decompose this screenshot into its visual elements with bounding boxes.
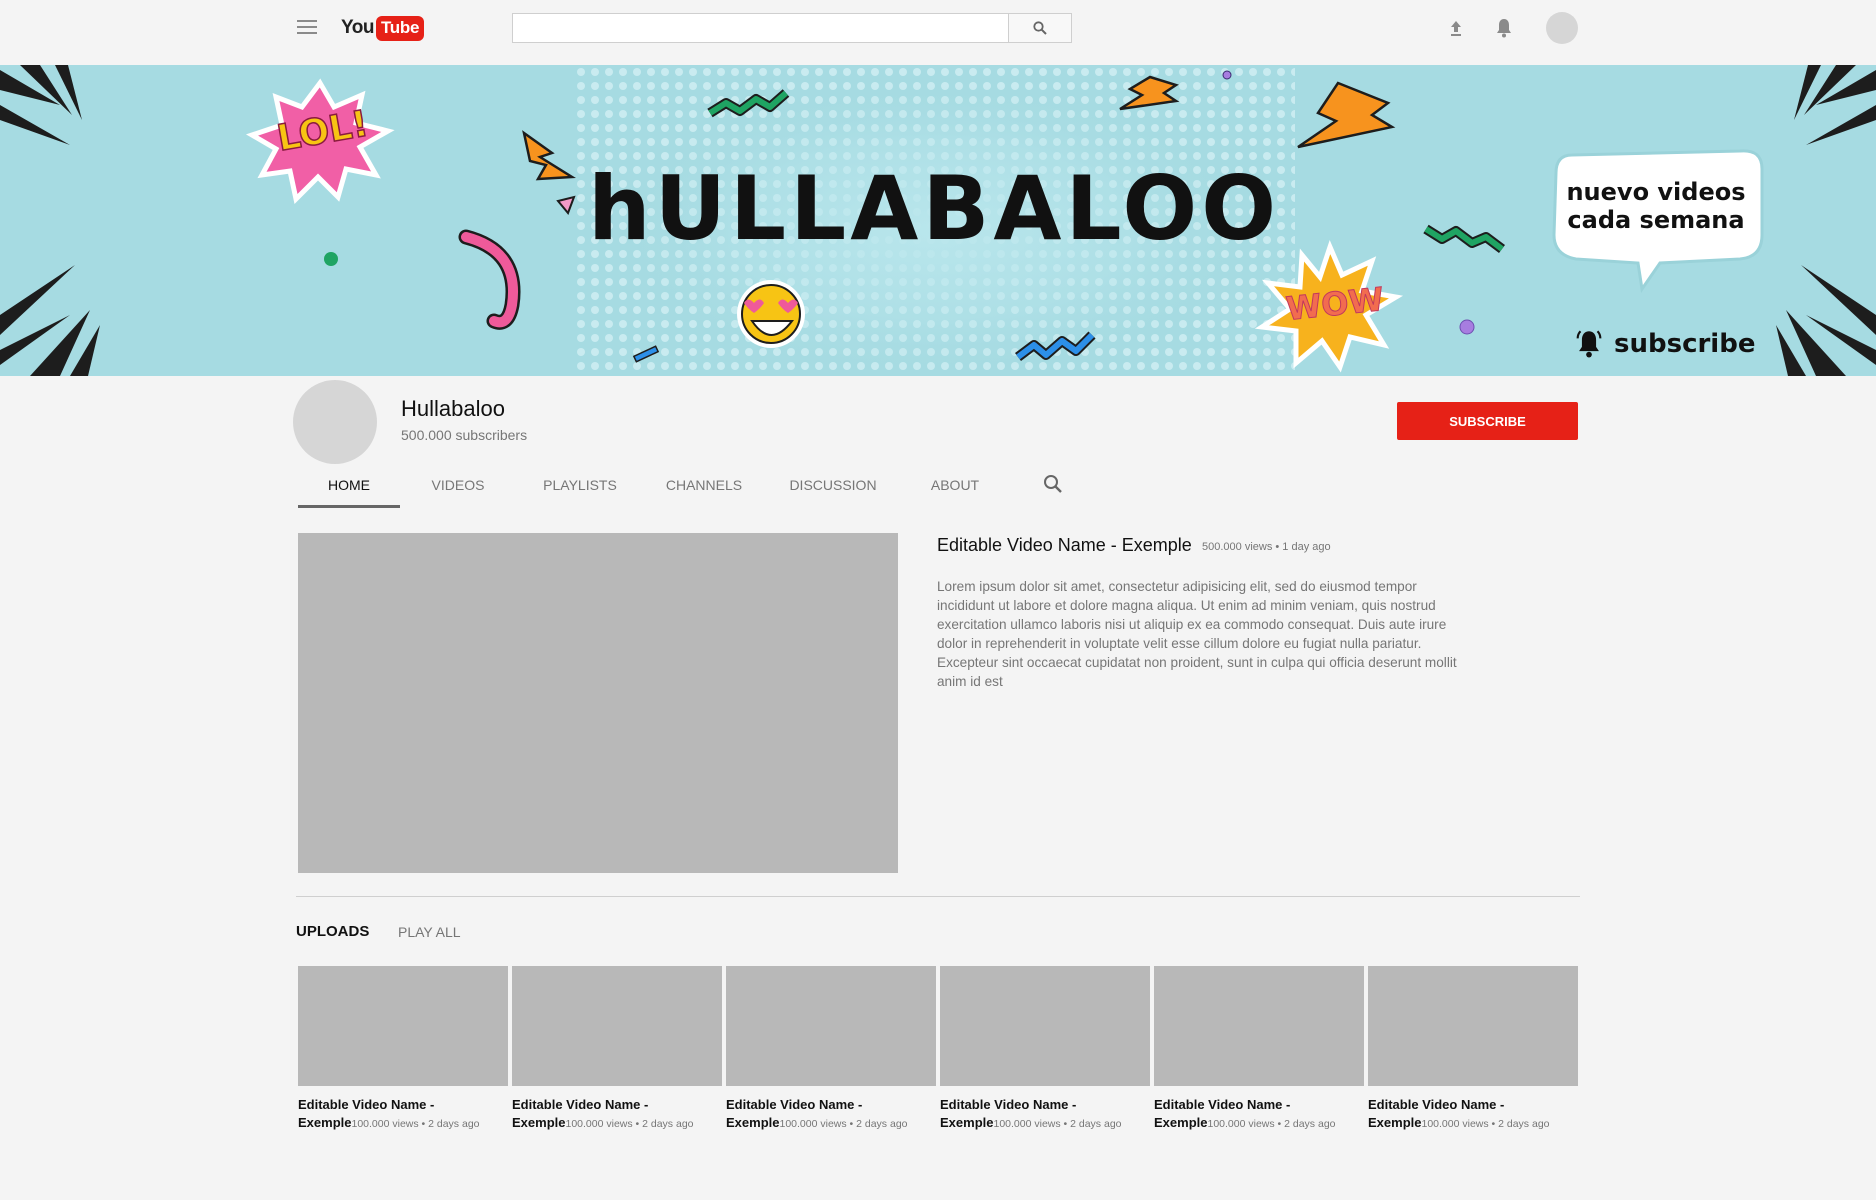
search-input[interactable]	[512, 13, 1009, 43]
bell-icon	[1576, 330, 1602, 358]
video-meta: 100.000 views • 2 days ago	[565, 1118, 694, 1130]
featured-video-description: Lorem ipsum dolor sit amet, consectetur …	[937, 579, 1457, 689]
channel-avatar[interactable]	[293, 380, 377, 464]
tab-videos[interactable]: VIDEOS	[412, 466, 504, 508]
video-title-block[interactable]: Editable Video Name - Exemple100.000 vie…	[298, 1096, 508, 1133]
play-all-button[interactable]: PLAY ALL	[398, 924, 461, 940]
video-meta: 100.000 views • 2 days ago	[1207, 1118, 1336, 1130]
video-title-block[interactable]: Editable Video Name - Exemple100.000 vie…	[726, 1096, 936, 1133]
speech-bubble-text: nuevo videos cada semana	[1556, 178, 1756, 234]
upload-card[interactable]: Editable Video Name - Exemple100.000 vie…	[940, 966, 1150, 1133]
upload-card[interactable]: Editable Video Name - Exemple100.000 vie…	[1368, 966, 1578, 1133]
bubble-line-2: cada semana	[1567, 206, 1745, 234]
video-title-block[interactable]: Editable Video Name - Exemple100.000 vie…	[1368, 1096, 1578, 1133]
banner-subscribe: subscribe	[1572, 326, 1755, 362]
video-thumbnail[interactable]	[940, 966, 1150, 1086]
video-thumbnail[interactable]	[298, 966, 508, 1086]
video-thumbnail[interactable]	[1368, 966, 1578, 1086]
uploads-heading: UPLOADS	[296, 923, 370, 940]
upload-icon[interactable]	[1444, 16, 1468, 40]
video-thumbnail[interactable]	[512, 966, 722, 1086]
search-icon	[1033, 21, 1047, 35]
avatar[interactable]	[1546, 12, 1578, 44]
video-title-block[interactable]: Editable Video Name - Exemple100.000 vie…	[1154, 1096, 1364, 1133]
video-title-block[interactable]: Editable Video Name - Exemple100.000 vie…	[512, 1096, 722, 1133]
logo-tube: Tube	[375, 15, 425, 41]
video-thumbnail[interactable]	[1154, 966, 1364, 1086]
tab-channels[interactable]: CHANNELS	[656, 466, 752, 508]
video-meta: 100.000 views • 2 days ago	[1421, 1118, 1550, 1130]
search-button[interactable]	[1008, 13, 1072, 43]
channel-banner: hULLABALOO LOL! WOW nuevo videos cada se…	[0, 65, 1876, 376]
video-meta: 100.000 views • 2 days ago	[779, 1118, 908, 1130]
tab-about[interactable]: ABOUT	[910, 466, 1000, 508]
featured-video-title[interactable]: Editable Video Name - Exemple	[937, 535, 1192, 556]
section-divider	[296, 896, 1580, 897]
youtube-logo[interactable]: You Tube	[341, 15, 425, 41]
video-meta: 100.000 views • 2 days ago	[993, 1118, 1122, 1130]
tab-home[interactable]: HOME	[298, 466, 400, 508]
upload-card[interactable]: Editable Video Name - Exemple100.000 vie…	[298, 966, 508, 1133]
upload-card[interactable]: Editable Video Name - Exemple100.000 vie…	[1154, 966, 1364, 1133]
video-title-block[interactable]: Editable Video Name - Exemple100.000 vie…	[940, 1096, 1150, 1133]
featured-video-meta: 500.000 views • 1 day ago	[1202, 541, 1331, 553]
tab-playlists[interactable]: PLAYLISTS	[530, 466, 630, 508]
subscriber-count: 500.000 subscribers	[401, 427, 528, 443]
upload-card[interactable]: Editable Video Name - Exemple100.000 vie…	[512, 966, 722, 1133]
bell-icon[interactable]	[1492, 16, 1516, 40]
featured-video-thumbnail[interactable]	[298, 533, 898, 873]
top-bar: You Tube	[0, 0, 1876, 65]
banner-subscribe-label: subscribe	[1614, 329, 1756, 359]
tab-discussion[interactable]: DISCUSSION	[780, 466, 886, 508]
logo-you: You	[341, 17, 374, 38]
video-meta: 100.000 views • 2 days ago	[351, 1118, 480, 1130]
video-thumbnail[interactable]	[726, 966, 936, 1086]
channel-name: Hullabaloo	[401, 396, 505, 421]
subscribe-button[interactable]: SUBSCRIBE	[1397, 402, 1578, 440]
upload-card[interactable]: Editable Video Name - Exemple100.000 vie…	[726, 966, 936, 1133]
bubble-line-1: nuevo videos	[1566, 178, 1746, 206]
menu-icon[interactable]	[297, 20, 317, 36]
search-icon[interactable]	[1042, 473, 1064, 495]
